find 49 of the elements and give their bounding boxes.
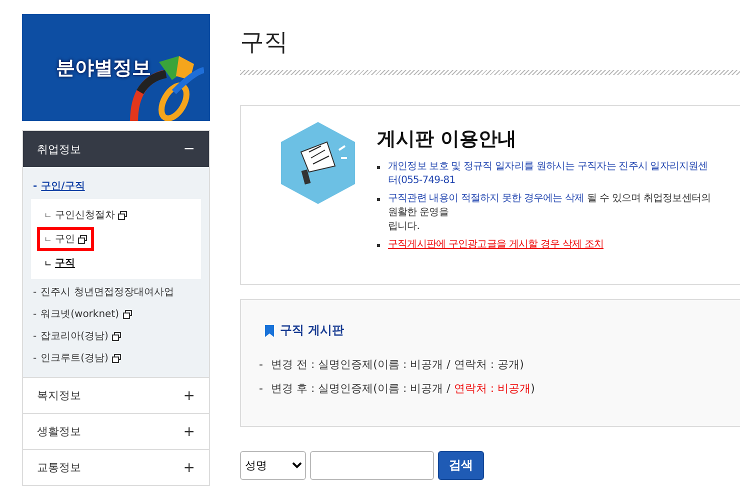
dash-icon: -	[33, 352, 37, 364]
bullet-icon	[377, 198, 380, 201]
new-window-icon	[112, 354, 122, 362]
dash-icon: -	[33, 180, 38, 192]
new-window-icon	[123, 310, 132, 318]
megaphone-icon	[281, 122, 355, 204]
submenu-item[interactable]: - 워크넷(worknet)	[31, 303, 201, 325]
bullet-icon	[377, 166, 380, 169]
toggle-icon: −	[183, 141, 195, 157]
new-window-icon	[112, 332, 122, 340]
info-text: 변경 전 : 실명인증제(이름 : 비공개 / 연락처 : 공개)	[270, 357, 524, 373]
board-info-title: 구직 게시판	[280, 322, 344, 339]
submenu-subitem[interactable]: ㄴ 구인신청절차	[37, 203, 134, 227]
notice-text: 구직게시판에 구인광고글을 게시할 경우 삭제 조치	[388, 238, 604, 252]
dash-icon: -	[259, 377, 263, 401]
submenu-item[interactable]: - 잡코리아(경남)	[31, 325, 201, 347]
section-label: 취업정보	[37, 142, 81, 156]
branch-icon: ㄴ	[44, 258, 52, 268]
search-field[interactable]	[310, 451, 434, 480]
page-title: 구직	[240, 27, 289, 58]
toggle-icon: +	[183, 388, 195, 404]
branch-icon: ㄴ	[44, 210, 52, 220]
search-button[interactable]: 검색	[438, 451, 484, 480]
search-type-select[interactable]: 성명	[240, 451, 306, 480]
info-text: 변경 후 : 실명인증제(이름 : 비공개 / 연락처 : 비공개)	[270, 381, 535, 397]
branch-icon: ㄴ	[44, 234, 52, 244]
section-label: 교통정보	[37, 460, 81, 475]
bookmark-icon	[265, 324, 274, 336]
toggle-icon: +	[183, 460, 195, 476]
notice-title: 게시판 이용안내	[377, 127, 518, 152]
dash-icon: -	[33, 286, 37, 298]
menu-section[interactable]: 취업정보 −	[23, 131, 209, 167]
new-window-icon	[118, 210, 127, 220]
dash-icon: -	[259, 353, 263, 377]
banner-title: 분야별정보	[56, 56, 151, 80]
dash-icon: -	[33, 330, 37, 342]
submenu-item[interactable]: - 구인/구직	[31, 175, 201, 197]
submenu-item[interactable]: - 인크루트(경남)	[31, 347, 201, 369]
submenu-item[interactable]: - 진주시 청년면접정장대여사업	[31, 281, 201, 303]
bullet-icon	[377, 244, 380, 247]
toggle-icon: +	[183, 424, 195, 440]
section-label: 복지정보	[37, 388, 81, 403]
section-label: 생활정보	[37, 424, 81, 439]
notice-text: 개인정보 보호 및 정규직 일자리를 원하시는 구직자는 진주시 일자리지원센터(055-749-81	[388, 160, 709, 188]
dash-icon: -	[33, 308, 37, 320]
new-window-icon	[78, 234, 87, 244]
notice-text: 구직관련 내용이 적절하지 못한 경우에는 삭제 될 수 있으며 취업정보센터의 원활한 운영을 립니다.	[388, 192, 712, 234]
submenu-subitem[interactable]: ㄴ 구직	[37, 251, 82, 275]
submenu-subitem[interactable]: ㄴ 구인	[37, 227, 94, 251]
